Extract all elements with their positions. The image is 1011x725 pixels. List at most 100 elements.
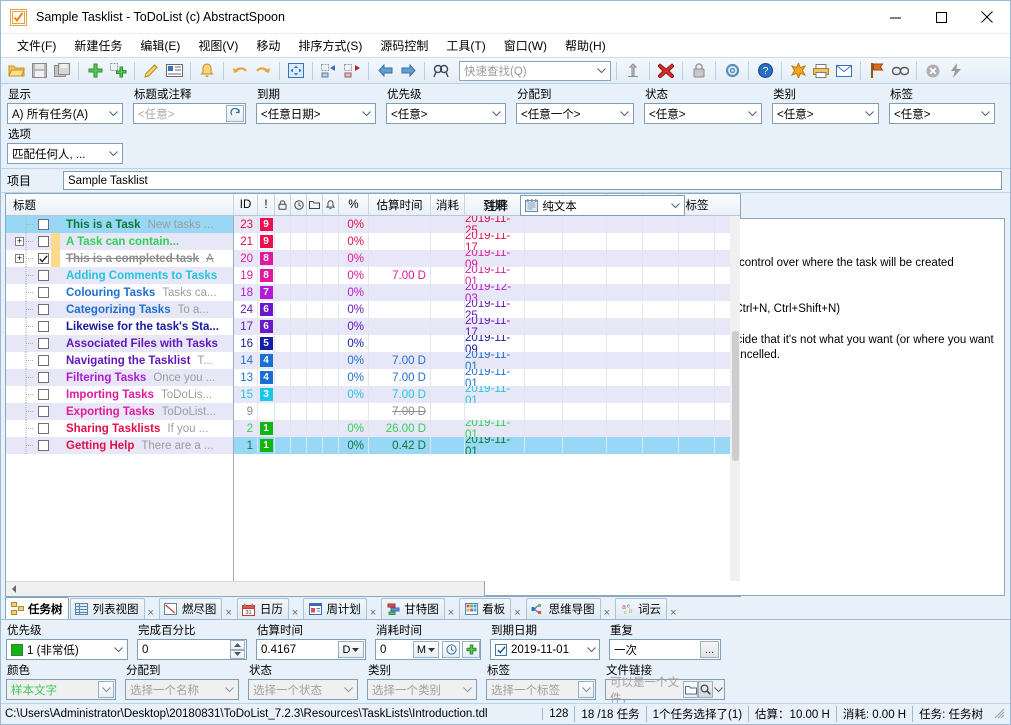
new-subtask-icon[interactable] bbox=[107, 60, 129, 82]
task-title[interactable]: This is a completed task bbox=[66, 253, 199, 265]
lock-icon[interactable] bbox=[688, 60, 710, 82]
edit-comments-icon[interactable] bbox=[163, 60, 185, 82]
task-tree-row[interactable]: Likewise for the task's Sta... bbox=[6, 318, 233, 335]
task-data-row[interactable]: 110%0.42 D2019-11-01 bbox=[234, 437, 740, 454]
task-tree-row[interactable]: Colouring TasksTasks ca... bbox=[6, 284, 233, 301]
task-data-row[interactable]: 2390%2019-11-25 bbox=[234, 216, 740, 233]
task-title[interactable]: Likewise for the task's Sta... bbox=[66, 321, 219, 333]
view-tab-3[interactable]: 燃尽图 bbox=[159, 598, 223, 619]
filter-tags-select[interactable]: <任意> bbox=[889, 103, 995, 124]
undo-icon[interactable] bbox=[229, 60, 251, 82]
attr-percent-input[interactable]: 0 bbox=[137, 639, 247, 660]
view-tab-1[interactable]: 任务树 bbox=[5, 597, 69, 619]
view-tab-9[interactable]: aecb词云 bbox=[615, 598, 667, 619]
task-data-row[interactable]: 1340%7.00 D2019-11-01 bbox=[234, 369, 740, 386]
view-tab-6[interactable]: 甘特图 bbox=[381, 598, 445, 619]
add-icon[interactable] bbox=[462, 641, 480, 658]
task-tree-row[interactable]: +This is a completed taskA bbox=[6, 250, 233, 267]
column-header-percent[interactable]: % bbox=[339, 194, 369, 215]
expand-plus-icon[interactable]: + bbox=[15, 237, 24, 246]
task-title[interactable]: Categorizing Tasks bbox=[66, 304, 171, 316]
task-data-row[interactable]: 1980%7.00 D2019-11-01 bbox=[234, 267, 740, 284]
spinner-up-icon[interactable] bbox=[230, 640, 245, 650]
task-done-checkbox[interactable] bbox=[38, 406, 49, 417]
task-tree-column[interactable]: This is a TaskNew tasks ...+A Task can c… bbox=[6, 216, 234, 581]
task-done-checkbox[interactable] bbox=[38, 372, 49, 383]
menu-item-file[interactable]: 文件(F) bbox=[8, 35, 65, 56]
est-time-unit-button[interactable]: D bbox=[338, 641, 364, 658]
chevron-down-icon[interactable] bbox=[578, 681, 594, 698]
sort-icon[interactable] bbox=[622, 60, 644, 82]
task-title[interactable]: Adding Comments to Tasks bbox=[66, 270, 217, 282]
close-tab-icon[interactable]: × bbox=[292, 607, 298, 619]
attr-est-time-input[interactable]: 0.4167 D bbox=[256, 639, 366, 660]
task-done-checkbox[interactable] bbox=[38, 355, 49, 366]
redo-icon[interactable] bbox=[252, 60, 274, 82]
refresh-icon[interactable] bbox=[226, 105, 244, 122]
column-header-lock-icon[interactable] bbox=[275, 194, 291, 215]
resize-grip[interactable] bbox=[993, 707, 1007, 721]
task-title[interactable]: Filtering Tasks bbox=[66, 372, 146, 384]
view-tab-7[interactable]: 看板 bbox=[459, 598, 511, 619]
task-data-row[interactable]: 2080%2019-11-09 bbox=[234, 250, 740, 267]
task-title[interactable]: Getting Help bbox=[66, 440, 134, 452]
task-title[interactable]: A Task can contain... bbox=[66, 236, 179, 248]
save-all-icon[interactable] bbox=[51, 60, 73, 82]
task-data-row[interactable]: 1870%2019-12-03 bbox=[234, 284, 740, 301]
reminder-icon[interactable] bbox=[196, 60, 218, 82]
find-icon[interactable] bbox=[430, 60, 452, 82]
filter-show-select[interactable]: A) 所有任务(A) bbox=[7, 103, 123, 124]
task-done-checkbox[interactable] bbox=[38, 236, 49, 247]
column-header-clock-icon[interactable] bbox=[291, 194, 307, 215]
spent-time-unit-button[interactable]: M bbox=[413, 641, 439, 658]
menu-item-sort[interactable]: 排序方式(S) bbox=[289, 35, 371, 56]
task-done-checkbox[interactable] bbox=[38, 440, 49, 451]
task-done-checkbox[interactable] bbox=[38, 219, 49, 230]
close-tab-icon[interactable]: × bbox=[370, 607, 376, 619]
filter-category-select[interactable]: <任意> bbox=[772, 103, 879, 124]
column-header-priority[interactable]: ! bbox=[258, 194, 275, 215]
attr-recurrence-input[interactable]: 一次 ... bbox=[609, 639, 721, 660]
menu-item-help[interactable]: 帮助(H) bbox=[556, 35, 615, 56]
task-done-checkbox[interactable] bbox=[38, 423, 49, 434]
attr-category-select[interactable]: 选择一个类别 bbox=[367, 679, 477, 700]
task-done-checkbox[interactable] bbox=[38, 321, 49, 332]
task-data-row[interactable]: 2190%2019-11-17 bbox=[234, 233, 740, 250]
task-done-checkbox[interactable] bbox=[38, 338, 49, 349]
menu-item-move[interactable]: 移动 bbox=[247, 35, 289, 56]
attr-color-select[interactable]: 样本文字 bbox=[6, 679, 116, 700]
task-tree-row[interactable]: Getting HelpThere are a ... bbox=[6, 437, 233, 454]
task-title[interactable]: This is a Task bbox=[66, 219, 141, 231]
column-header-id[interactable]: ID bbox=[234, 194, 258, 215]
quick-action-icon[interactable] bbox=[945, 60, 967, 82]
menu-item-edit[interactable]: 编辑(E) bbox=[131, 35, 189, 56]
attr-file-link-input[interactable]: 可以是一个文件， bbox=[605, 679, 725, 700]
menu-item-view[interactable]: 视图(V) bbox=[189, 35, 247, 56]
column-header-est-time[interactable]: 估算时间 bbox=[369, 194, 431, 215]
preferences-icon[interactable] bbox=[721, 60, 743, 82]
close-button[interactable] bbox=[964, 1, 1010, 34]
attr-status-select[interactable]: 选择一个状态 bbox=[248, 679, 358, 700]
task-data-row[interactable]: 1650%2019-11-09 bbox=[234, 335, 740, 352]
task-done-checkbox[interactable] bbox=[38, 287, 49, 298]
clock-icon[interactable] bbox=[442, 641, 460, 658]
due-date-checkbox[interactable] bbox=[495, 644, 507, 656]
grid-vertical-scrollbar[interactable] bbox=[730, 216, 740, 581]
folder-icon[interactable] bbox=[683, 681, 698, 698]
mail-icon[interactable] bbox=[833, 60, 855, 82]
spinner-down-icon[interactable] bbox=[230, 650, 245, 660]
menu-item-new-task[interactable]: 新建任务 bbox=[65, 35, 131, 56]
task-tree-row[interactable]: Categorizing TasksTo a... bbox=[6, 301, 233, 318]
filter-due-select[interactable]: <任意日期> bbox=[256, 103, 376, 124]
task-title[interactable]: Associated Files with Tasks bbox=[66, 338, 218, 350]
task-done-checkbox[interactable] bbox=[38, 253, 49, 264]
close-tab-icon[interactable]: × bbox=[448, 607, 454, 619]
menu-item-window[interactable]: 窗口(W) bbox=[495, 35, 556, 56]
task-title[interactable]: Importing Tasks bbox=[66, 389, 154, 401]
task-tree-row[interactable]: Importing TasksToDoLis... bbox=[6, 386, 233, 403]
attr-allocated-select[interactable]: 选择一个名称 bbox=[125, 679, 239, 700]
column-header-title[interactable]: 标题 bbox=[6, 194, 234, 215]
task-done-checkbox[interactable] bbox=[38, 270, 49, 281]
task-data-row[interactable]: 1440%7.00 D2019-11-01 bbox=[234, 352, 740, 369]
task-title[interactable]: Colouring Tasks bbox=[66, 287, 155, 299]
